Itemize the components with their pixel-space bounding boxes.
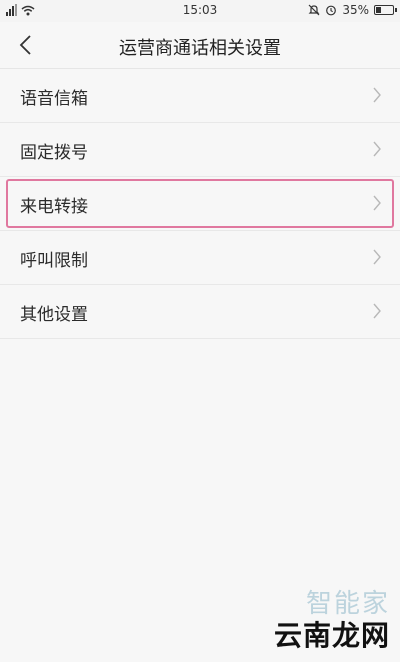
menu-item-call-barring[interactable]: 呼叫限制 bbox=[0, 231, 400, 285]
back-button[interactable] bbox=[10, 30, 40, 60]
menu-item-label: 来电转接 bbox=[20, 197, 88, 217]
settings-list: 语音信箱 固定拨号 来电转接 呼叫限制 其他设置 bbox=[0, 69, 400, 339]
battery-percent: 35% bbox=[342, 3, 369, 17]
battery-icon bbox=[374, 5, 397, 15]
chevron-right-icon bbox=[373, 303, 381, 319]
menu-item-call-forwarding[interactable]: 来电转接 bbox=[0, 177, 400, 231]
chevron-right-icon bbox=[373, 249, 381, 265]
menu-item-label: 呼叫限制 bbox=[20, 251, 88, 271]
chevron-right-icon bbox=[373, 87, 381, 103]
menu-item-label: 其他设置 bbox=[20, 305, 88, 325]
menu-item-voicemail[interactable]: 语音信箱 bbox=[0, 69, 400, 123]
status-bar: 15:03 35% bbox=[0, 0, 400, 22]
watermark: 智能家 云南龙网 bbox=[274, 583, 390, 654]
header: 运营商通话相关设置 bbox=[0, 22, 400, 69]
status-right: 35% bbox=[308, 3, 397, 17]
mute-bell-icon bbox=[308, 4, 320, 16]
alarm-icon bbox=[326, 5, 337, 16]
menu-item-label: 语音信箱 bbox=[20, 89, 88, 109]
battery-fill bbox=[376, 7, 381, 13]
menu-item-other-settings[interactable]: 其他设置 bbox=[0, 285, 400, 339]
page-title: 运营商通话相关设置 bbox=[119, 38, 281, 59]
chevron-right-icon bbox=[373, 195, 381, 211]
menu-item-fixed-dialing[interactable]: 固定拨号 bbox=[0, 123, 400, 177]
watermark-bottom: 云南龙网 bbox=[273, 619, 390, 652]
menu-item-label: 固定拨号 bbox=[20, 143, 88, 163]
chevron-left-icon bbox=[19, 35, 31, 55]
chevron-right-icon bbox=[373, 141, 381, 157]
